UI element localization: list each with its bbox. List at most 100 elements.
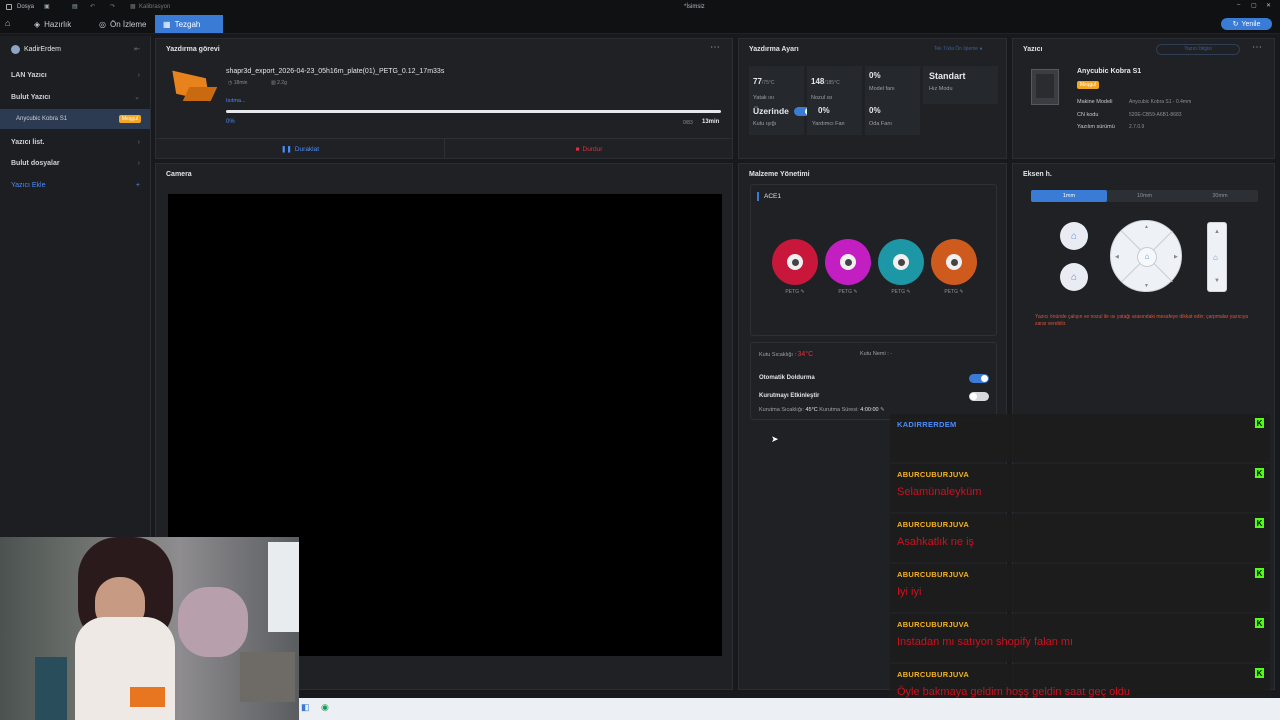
- chevron-right-icon: ›: [137, 138, 140, 146]
- more-icon[interactable]: ⋯: [1252, 42, 1262, 53]
- disk-icon[interactable]: ▤: [72, 3, 78, 10]
- axis-warning: Yazıcı önünde çalışın ve nozul ile ısı y…: [1035, 314, 1249, 327]
- printer-info-button[interactable]: Yazıcı bilgisi: [1156, 44, 1240, 55]
- chat-username: ABURCUBURJUVA: [897, 670, 970, 679]
- sidebar-user[interactable]: KadirErdem ⇤: [0, 39, 150, 59]
- minimize-icon[interactable]: –: [1237, 2, 1240, 8]
- arrow-right-icon[interactable]: ▶: [1174, 254, 1178, 260]
- drying-toggle[interactable]: [969, 392, 989, 401]
- z-down-icon[interactable]: ▼: [1214, 278, 1220, 284]
- one-click-link[interactable]: Tek Tıkla Ön İşleme ●: [934, 46, 983, 52]
- dry-temp-label: Kurutma Sıcaklığı:: [759, 407, 804, 413]
- printer-image: [1031, 69, 1059, 105]
- panel-title: Yazdırma Ayarı: [749, 46, 799, 53]
- auto-refill-toggle[interactable]: [969, 374, 989, 383]
- spool-label[interactable]: PETG ✎: [772, 289, 818, 295]
- panel-title: Malzeme Yönetimi: [749, 171, 810, 178]
- job-weight: ▥ 2.2g: [271, 80, 287, 86]
- menu-file[interactable]: Dosya: [17, 4, 34, 10]
- chat-username: ABURCUBURJUVA: [897, 470, 970, 479]
- job-status: Isıtma...: [226, 98, 246, 104]
- xy-jog-pad[interactable]: ⌂ ▲ ▼ ◀ ▶: [1110, 220, 1182, 292]
- unit-marker: [757, 192, 759, 201]
- pencil-icon[interactable]: ✎: [880, 407, 885, 413]
- stop-label: Durdur: [582, 145, 603, 153]
- job-time-value: 18min: [233, 80, 248, 86]
- sidebar-item-cloud[interactable]: Bulut Yazıcı ⌄: [0, 87, 150, 107]
- step-30mm[interactable]: 30mm: [1182, 190, 1258, 202]
- tab-preview[interactable]: ◎ Ön İzleme: [91, 15, 154, 33]
- box-light-card[interactable]: Üzerinde Kutu ışığı: [749, 103, 814, 135]
- step-10mm[interactable]: 10mm: [1107, 190, 1182, 202]
- spool-label[interactable]: PETG ✎: [931, 289, 977, 295]
- home-icon[interactable]: ⌂: [5, 18, 10, 28]
- bed-temp-card[interactable]: 77/75°C Yatak ısı: [749, 66, 804, 104]
- box-light-label: Kutu ışığı: [753, 121, 777, 127]
- chat-message: KADIRRERDEM K: [890, 414, 1270, 462]
- box-temp-label: Kutu Sıcaklığı :: [759, 352, 796, 358]
- sidebar-add-printer[interactable]: Yazıcı Ekle +: [0, 175, 150, 195]
- home-center-icon[interactable]: ⌂: [1137, 247, 1157, 267]
- spool-label[interactable]: PETG ✎: [825, 289, 871, 295]
- undo-icon[interactable]: ↶: [90, 3, 95, 10]
- refresh-button[interactable]: ↻ Yenile: [1221, 18, 1272, 30]
- ace-unit-card: ACE1 PETG ✎ PETG ✎ PETG ✎ PETG ✎: [750, 184, 997, 336]
- close-icon[interactable]: ✕: [1266, 2, 1271, 9]
- maximize-icon[interactable]: ▢: [1251, 2, 1257, 9]
- refresh-icon: ↻: [1232, 21, 1239, 28]
- remaining-time: 13min: [702, 119, 720, 125]
- z-jog-slider[interactable]: ▲ ⌂ ▼: [1207, 222, 1227, 292]
- sidebar-item-lan[interactable]: LAN Yazıcı ›: [0, 65, 150, 85]
- tab-preview-label: Ön İzleme: [109, 19, 147, 29]
- spool-slot-1[interactable]: [772, 239, 818, 285]
- drying-settings: Kurutma Sıcaklığı: 45°C Kurutma Süresi: …: [759, 407, 885, 413]
- pause-label: Duraklat: [294, 145, 320, 153]
- chat-text: Asahkatlık ne iş: [897, 536, 975, 548]
- spool-slot-3[interactable]: [878, 239, 924, 285]
- grid-icon: ▦: [163, 19, 171, 29]
- chamber-fan-card[interactable]: 0% Oda Fanı: [865, 103, 920, 135]
- spool-slot-4[interactable]: [931, 239, 977, 285]
- z-up-icon[interactable]: ▲: [1214, 229, 1220, 235]
- sidebar-item-cloud-files[interactable]: Bulut dosyalar ›: [0, 153, 150, 173]
- save-icon[interactable]: ▣: [44, 3, 50, 10]
- collapse-icon[interactable]: ⇤: [134, 45, 140, 53]
- model-fan-card[interactable]: 0% Model fanı: [865, 66, 920, 104]
- more-icon[interactable]: ⋯: [710, 42, 720, 53]
- nozzle-temp-card[interactable]: 148/185°C Nozul ısı: [807, 66, 862, 104]
- home-xy-button[interactable]: ⌂: [1060, 222, 1088, 250]
- z-home-icon[interactable]: ⌂: [1213, 253, 1218, 262]
- arrow-down-icon[interactable]: ▼: [1144, 283, 1149, 289]
- stop-button[interactable]: ■ Durdur: [445, 139, 733, 159]
- aux-fan-card[interactable]: 0% Yardımcı Fan: [807, 103, 862, 135]
- firmware-label: Yazılım sürümü: [1077, 124, 1115, 130]
- calibration-label[interactable]: Kalibrasyon: [139, 4, 170, 10]
- sidebar-item-printer-list[interactable]: Yazıcı list. ›: [0, 132, 150, 152]
- tab-prepare[interactable]: ◈ Hazırlık: [26, 15, 79, 33]
- chat-text: Selamünaleyküm: [897, 486, 982, 498]
- bed-temp-label: Yatak ısı: [753, 95, 774, 101]
- box-light-value: Üzerinde: [753, 106, 789, 116]
- step-1mm[interactable]: 1mm: [1031, 190, 1107, 202]
- spool-type: PETG: [944, 289, 959, 295]
- kick-icon: K: [1255, 568, 1264, 578]
- spool-slot-2[interactable]: [825, 239, 871, 285]
- arrow-left-icon[interactable]: ◀: [1115, 254, 1119, 260]
- main-tabs: ⌂ ◈ Hazırlık ◎ Ön İzleme ▦ Tezgah ↻ Yenile: [0, 15, 1280, 34]
- taskbar-app-icon[interactable]: ◉: [321, 702, 329, 713]
- taskbar-app-icon[interactable]: ◧: [301, 702, 310, 713]
- redo-icon[interactable]: ↷: [110, 3, 115, 10]
- aux-fan-value: 0%: [818, 106, 830, 115]
- pause-button[interactable]: ❚❚ Duraklat: [156, 139, 444, 159]
- speed-mode-card[interactable]: Standart Hız Modu: [923, 66, 998, 104]
- home-z-button[interactable]: ⌂: [1060, 263, 1088, 291]
- chevron-right-icon: ›: [137, 159, 140, 167]
- arrow-up-icon[interactable]: ▲: [1144, 224, 1149, 230]
- spool-label[interactable]: PETG ✎: [878, 289, 924, 295]
- calibration-icon[interactable]: ▦: [130, 3, 136, 10]
- kick-icon: K: [1255, 618, 1264, 628]
- sidebar-printer-kobra[interactable]: Anycubic Kobra S1 Meşgul: [0, 109, 150, 129]
- pencil-icon: ✎: [959, 289, 964, 295]
- tab-device[interactable]: ▦ Tezgah: [155, 15, 223, 33]
- mouse-cursor-icon: ➤: [771, 434, 779, 444]
